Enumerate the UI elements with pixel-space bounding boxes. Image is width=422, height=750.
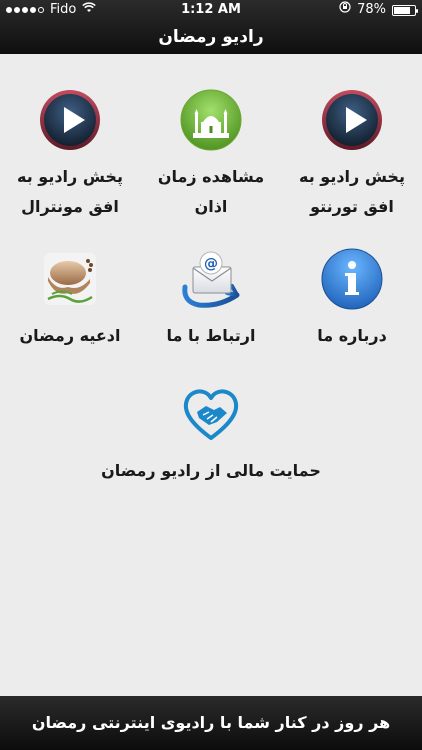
menu-item-label: پخش رادیو به افق تورنتو bbox=[299, 167, 405, 216]
menu-item-label: مشاهده زمان اذان bbox=[157, 167, 265, 216]
page-title: رادیو رمضان bbox=[158, 27, 264, 47]
menu-item-financial-support[interactable]: حمایت مالی از رادیو رمضان bbox=[91, 382, 331, 486]
menu-item-azan-times[interactable]: مشاهده زمان اذان bbox=[141, 88, 281, 222]
menu-item-ramadan-prayers[interactable]: ادعیه رمضان bbox=[0, 247, 140, 351]
menu-item-label: ارتباط با ما bbox=[166, 326, 256, 345]
play-icon bbox=[40, 90, 100, 150]
menu-item-label: ادعیه رمضان bbox=[19, 326, 121, 345]
battery-icon bbox=[392, 4, 418, 16]
battery-percent: 78% bbox=[357, 2, 386, 17]
lock-rotation-icon bbox=[339, 0, 351, 20]
menu-item-label: حمایت مالی از رادیو رمضان bbox=[101, 461, 321, 480]
info-icon bbox=[321, 248, 383, 310]
footer-banner: هر روز در کنار شما با رادیوی اینترنتی رم… bbox=[0, 696, 422, 750]
email-icon: @ bbox=[182, 251, 240, 308]
main-grid: پخش رادیو به افق تورنتو مشاهده زمان اذان bbox=[0, 54, 422, 696]
mosque-icon bbox=[180, 89, 242, 151]
menu-item-label: درباره ما bbox=[317, 326, 387, 345]
donation-heart-icon bbox=[183, 389, 239, 440]
menu-item-radio-montreal[interactable]: پخش رادیو به افق مونترال bbox=[0, 88, 140, 222]
svg-text:@: @ bbox=[204, 256, 218, 272]
menu-item-contact-us[interactable]: @ ارتباط با ما bbox=[141, 247, 281, 351]
status-right: 78% bbox=[339, 0, 418, 20]
menu-item-label: پخش رادیو به افق مونترال bbox=[17, 167, 123, 216]
play-icon bbox=[322, 90, 382, 150]
menu-item-about-us[interactable]: درباره ما bbox=[282, 247, 422, 351]
menu-item-radio-toronto[interactable]: پخش رادیو به افق تورنتو bbox=[282, 88, 422, 222]
top-bar: Fido 1:12 AM 78% رادیو رمضان bbox=[0, 0, 422, 54]
prayer-icon bbox=[44, 253, 96, 305]
status-bar: Fido 1:12 AM 78% bbox=[0, 0, 422, 20]
